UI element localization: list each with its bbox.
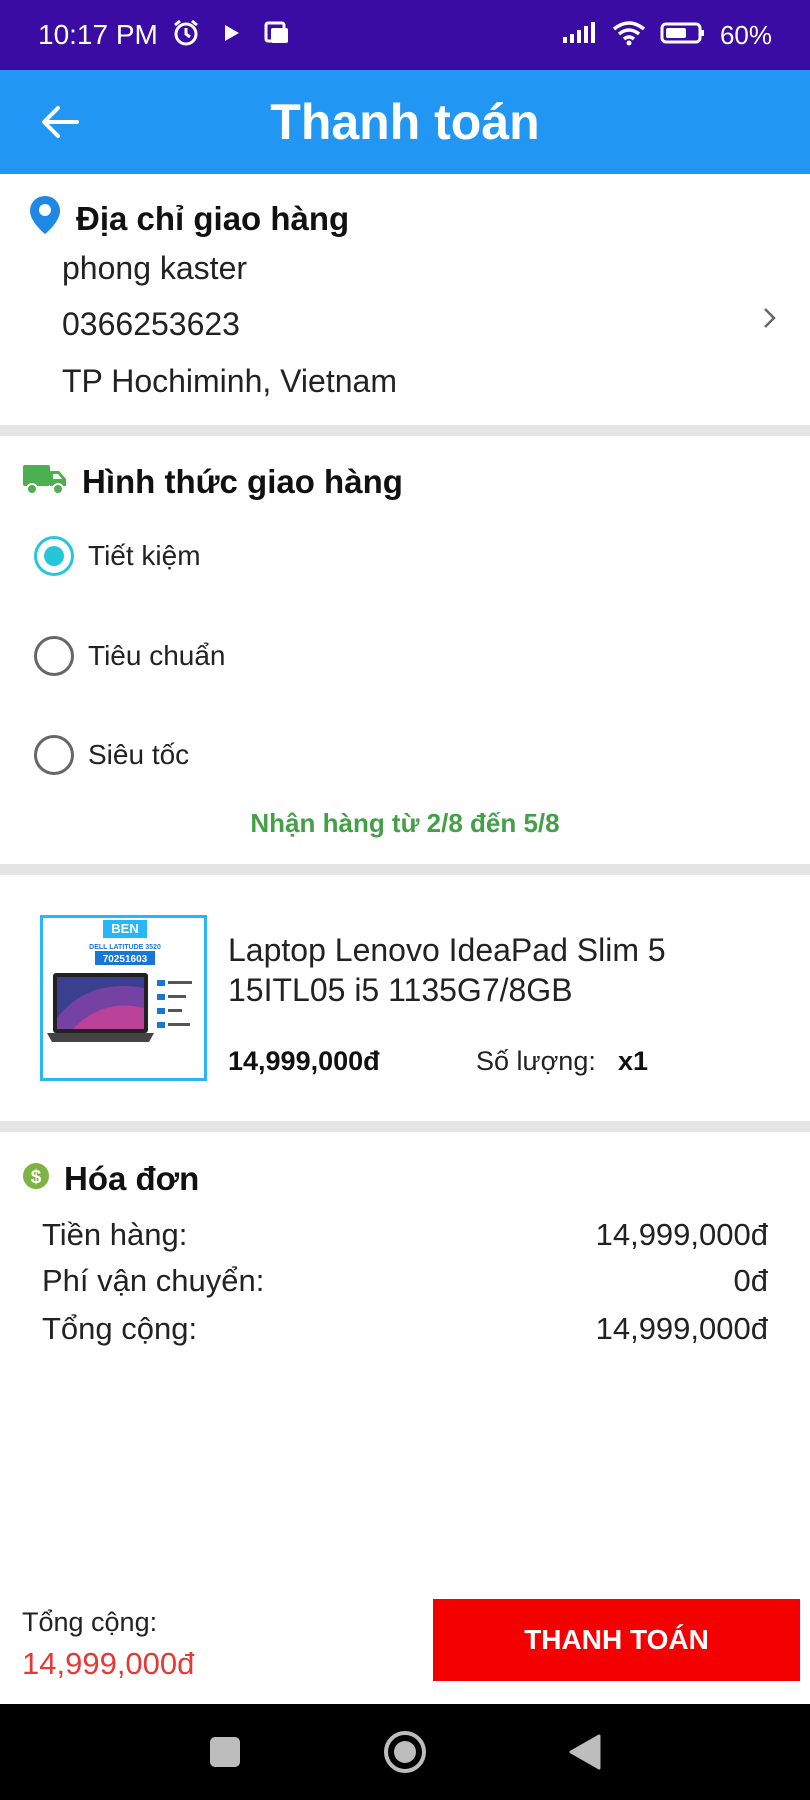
back-button[interactable] [30,92,90,152]
app-bar: Thanh toán [0,70,810,174]
play-icon [222,22,242,49]
alarm-icon [172,19,200,52]
status-bar: 10:17 PM 60% [0,0,810,70]
radio-button-checked[interactable] [34,536,74,576]
invoice-row-value: 14,999,000đ [595,1311,768,1346]
footer-total-value: 14,999,000đ [22,1646,195,1681]
home-button[interactable] [380,1727,430,1777]
product-image-brand: BEN [111,921,138,936]
shipping-option-label: Tiêu chuẩn [88,640,226,671]
invoice-row-value: 0đ [733,1263,768,1298]
shipping-method-heading: Hình thức giao hàng [82,463,403,500]
footer-total-label: Tổng cộng: [22,1607,158,1637]
shipping-option-label: Siêu tốc [88,739,190,770]
status-time: 10:17 PM [38,19,158,50]
product-price: 14,999,000đ [228,1046,380,1076]
product-image-code: 70251603 [103,954,148,965]
delivery-estimate: Nhận hàng từ 2/8 đến 5/8 [250,808,560,838]
recipient-location: TP Hochiminh, Vietnam [62,363,397,399]
recipient-name: phong kaster [62,250,248,286]
address-header: Địa chỉ giao hàng [28,194,349,244]
quantity-value: x1 [618,1046,649,1076]
svg-text:$: $ [31,1167,42,1188]
product-image-model: DELL LATITUDE 3520 [89,944,161,951]
product-name: Laptop Lenovo IdeaPad Slim 5 15ITL05 i5 … [228,932,666,1008]
invoice-row-label: Tiền hàng: [42,1217,188,1252]
recents-button[interactable] [200,1727,250,1777]
invoice-heading: Hóa đơn [64,1160,200,1197]
divider [0,1121,810,1132]
shipping-option-sieu-toc[interactable]: Siêu tốc [34,735,189,775]
location-pin-icon [28,194,62,244]
invoice-header: $ Hóa đơn [22,1160,199,1198]
product-image: BEN DELL LATITUDE 3520 70251603 [40,915,207,1081]
signal-icon [562,21,598,49]
shipping-option-tieu-chuan[interactable]: Tiêu chuẩn [34,636,226,676]
invoice-row: Tiền hàng: 14,999,000đ [42,1217,768,1253]
battery-icon [660,21,706,50]
page-title: Thanh toán [270,94,540,150]
notification-icon [264,21,290,50]
shipping-option-tiet-kiem[interactable]: Tiết kiệm [34,536,201,576]
address-heading: Địa chỉ giao hàng [76,200,350,237]
invoice-row: Tổng cộng: 14,999,000đ [42,1311,768,1347]
invoice-row: Phí vận chuyển: 0đ [42,1263,768,1299]
recipient-phone: 0366253623 [62,306,240,342]
divider [0,864,810,875]
shipping-option-label: Tiết kiệm [88,540,201,571]
dollar-icon: $ [22,1160,50,1198]
chevron-right-icon [764,308,776,328]
invoice-row-label: Tổng cộng: [42,1311,198,1346]
shipping-address-section[interactable]: Địa chỉ giao hàng phong kaster 036625362… [0,174,810,425]
truck-icon [22,460,68,504]
shipping-method-header: Hình thức giao hàng [22,460,403,504]
home-circle-icon [384,1731,426,1773]
triangle-back-icon [569,1734,601,1770]
system-nav-bar [0,1704,810,1800]
arrow-left-icon [42,106,79,138]
square-icon [210,1737,240,1767]
quantity-label: Số lượng: [476,1046,596,1076]
wifi-icon [612,20,646,51]
invoice-row-label: Phí vận chuyển: [42,1263,265,1298]
battery-percent: 60% [719,19,772,50]
divider [0,425,810,436]
invoice-row-value: 14,999,000đ [595,1217,768,1252]
radio-button[interactable] [34,636,74,676]
checkout-button[interactable]: THANH TOÁN [433,1599,800,1681]
radio-button[interactable] [34,735,74,775]
back-nav-button[interactable] [560,1727,610,1777]
